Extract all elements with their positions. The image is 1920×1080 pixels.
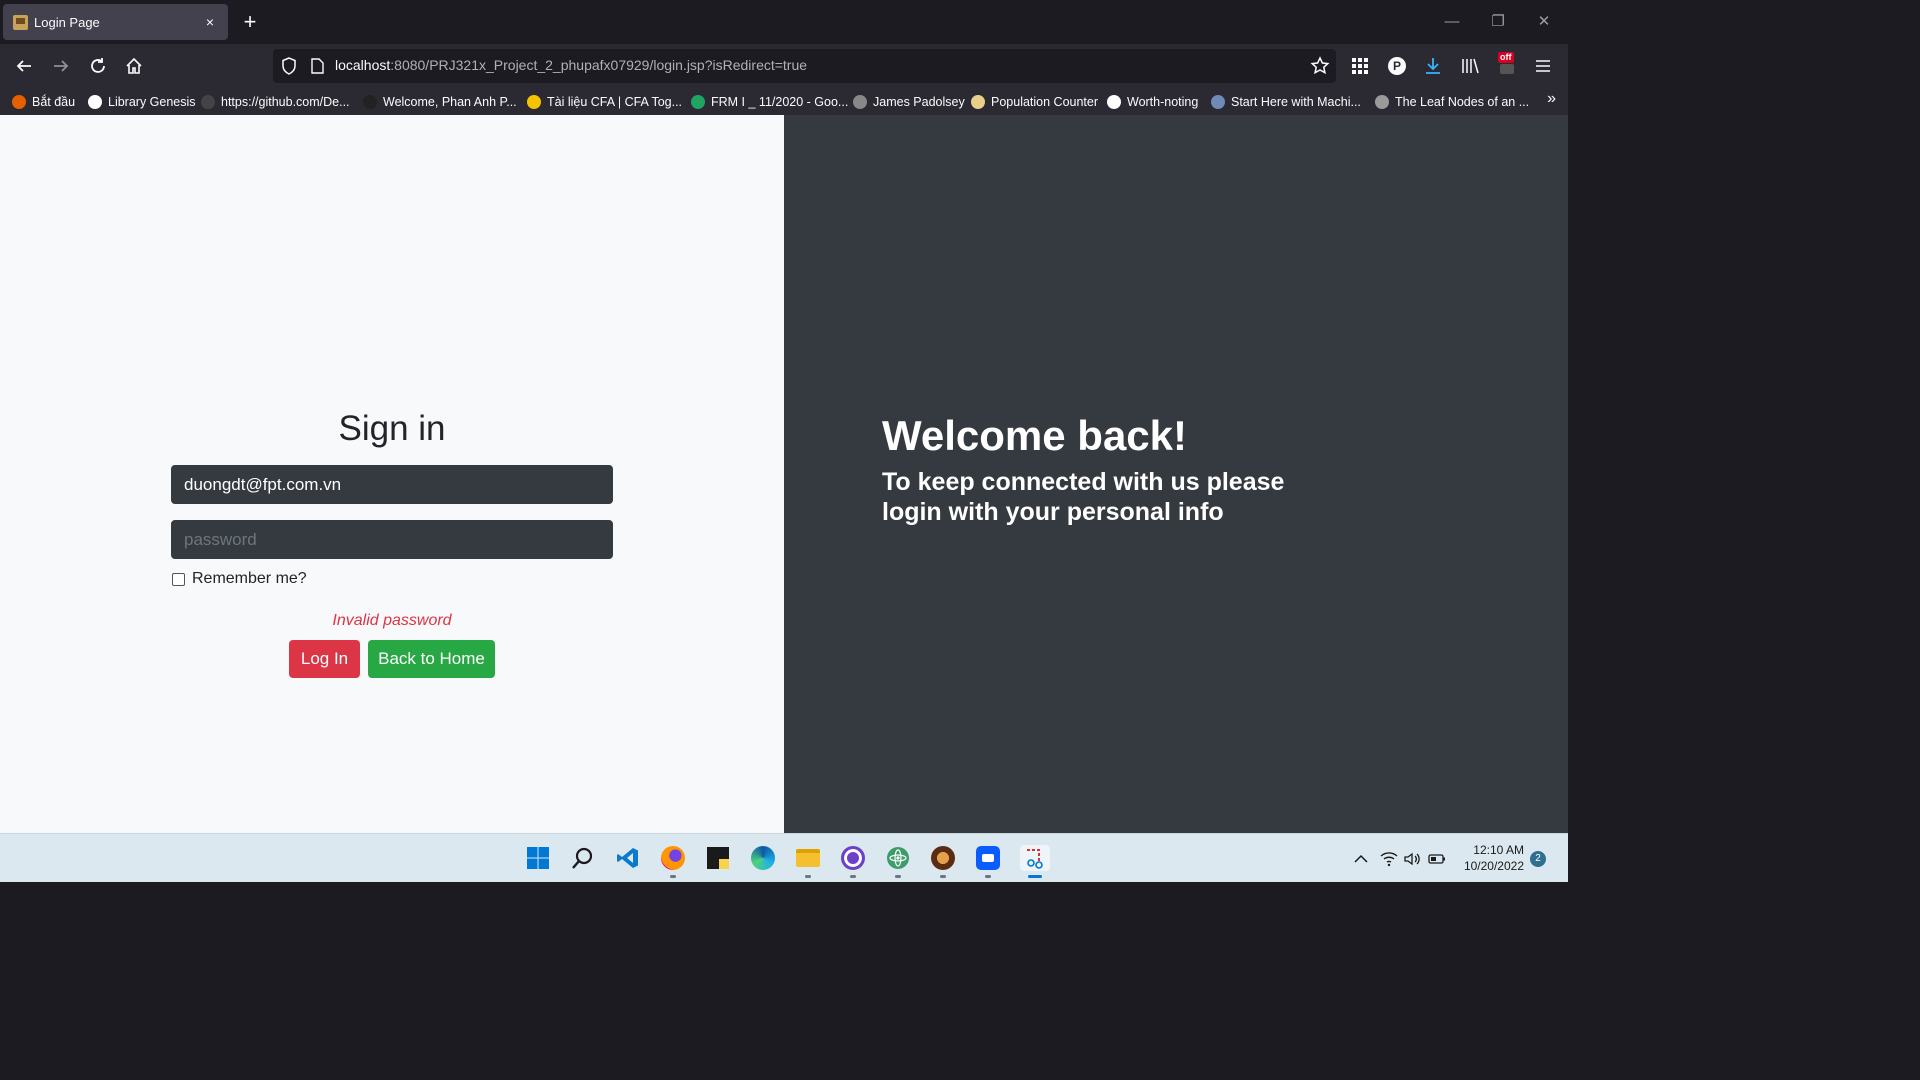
- bookmark-label: Library Genesis: [108, 95, 196, 109]
- remember-me-row[interactable]: Remember me?: [172, 570, 307, 588]
- bookmark-favicon-icon: [527, 95, 541, 109]
- bookmark-star-icon[interactable]: [1310, 56, 1330, 81]
- bookmark-favicon-icon: [88, 95, 102, 109]
- bookmark-favicon-icon: [12, 95, 26, 109]
- bookmarks-overflow-icon[interactable]: »: [1547, 90, 1556, 108]
- back-to-home-button[interactable]: Back to Home: [368, 640, 495, 678]
- page-content: Sign in Remember me? Invalid password Lo…: [0, 115, 1568, 833]
- wifi-icon[interactable]: [1380, 850, 1398, 868]
- login-button[interactable]: Log In: [289, 640, 360, 678]
- bookmark-item[interactable]: https://github.com/De...: [201, 92, 350, 112]
- edge-icon[interactable]: [750, 845, 776, 871]
- bookmark-favicon-icon: [363, 95, 377, 109]
- app-badge-icon[interactable]: [930, 845, 956, 878]
- address-bar[interactable]: localhost:8080/PRJ321x_Project_2_phupafx…: [273, 49, 1336, 83]
- page-icon[interactable]: [311, 58, 324, 79]
- zoom-icon[interactable]: [975, 845, 1001, 878]
- sticky-notes-icon[interactable]: [705, 845, 731, 871]
- navigation-toolbar: localhost:8080/PRJ321x_Project_2_phupafx…: [0, 44, 1568, 88]
- apps-grid-icon[interactable]: [1346, 52, 1374, 80]
- bookmark-item[interactable]: Worth-noting: [1107, 92, 1198, 112]
- system-clock[interactable]: 12:10 AM 10/20/2022: [1464, 842, 1524, 874]
- email-field[interactable]: [171, 465, 613, 504]
- bookmark-item[interactable]: Tài liệu CFA | CFA Tog...: [527, 92, 682, 112]
- taskbar: 12:10 AM 10/20/2022 2: [0, 833, 1568, 882]
- start-icon[interactable]: [525, 845, 551, 871]
- tab-strip: Login Page × + — ❐ ✕: [0, 0, 1568, 44]
- url-text[interactable]: localhost:8080/PRJ321x_Project_2_phupafx…: [335, 57, 807, 73]
- github-desktop-icon[interactable]: [840, 845, 866, 878]
- downloads-icon[interactable]: [1419, 52, 1447, 80]
- minimize-icon[interactable]: —: [1432, 8, 1472, 36]
- page-favicon-icon: [13, 14, 28, 30]
- account-icon[interactable]: P: [1383, 52, 1411, 80]
- bookmark-favicon-icon: [1375, 95, 1389, 109]
- firefox-icon[interactable]: [660, 845, 686, 878]
- bookmark-label: Start Here with Machi...: [1231, 95, 1361, 109]
- tab-close-icon[interactable]: ×: [202, 14, 218, 30]
- bookmark-label: The Leaf Nodes of an ...: [1395, 95, 1530, 109]
- bookmark-favicon-icon: [1107, 95, 1121, 109]
- bookmark-label: Bắt đầu: [32, 95, 76, 109]
- remember-me-label: Remember me?: [192, 570, 307, 587]
- window-close-icon[interactable]: ✕: [1524, 8, 1564, 36]
- clock-time: 12:10 AM: [1473, 843, 1524, 857]
- bookmark-favicon-icon: [971, 95, 985, 109]
- bookmark-item[interactable]: James Padolsey: [853, 92, 965, 112]
- bookmark-favicon-icon: [691, 95, 705, 109]
- bookmark-item[interactable]: Bắt đầu: [12, 92, 75, 112]
- bookmark-label: Worth-noting: [1127, 95, 1199, 109]
- bookmark-favicon-icon: [1211, 95, 1225, 109]
- tab-login-page[interactable]: Login Page ×: [3, 4, 228, 40]
- extension-icon[interactable]: off: [1494, 52, 1522, 80]
- bookmark-label: Population Counter: [991, 95, 1099, 109]
- bookmark-item[interactable]: Population Counter: [971, 92, 1098, 112]
- welcome-panel: Welcome back! To keep connected with us …: [784, 115, 1568, 833]
- battery-icon[interactable]: [1428, 850, 1446, 868]
- bookmark-item[interactable]: Welcome, Phan Anh P...: [363, 92, 517, 112]
- clock-date: 10/20/2022: [1463, 859, 1524, 873]
- bookmark-label: Tài liệu CFA | CFA Tog...: [547, 95, 683, 109]
- vscode-icon[interactable]: [615, 845, 641, 871]
- menu-icon[interactable]: [1529, 52, 1557, 80]
- bookmark-item[interactable]: FRM I _ 11/2020 - Goo...: [691, 92, 848, 112]
- restore-icon[interactable]: ❐: [1478, 8, 1518, 36]
- shield-icon[interactable]: [281, 57, 297, 80]
- login-panel: Sign in Remember me? Invalid password Lo…: [0, 115, 784, 833]
- forward-icon[interactable]: [47, 52, 75, 80]
- bookmark-favicon-icon: [853, 95, 867, 109]
- tray-overflow-icon[interactable]: [1352, 850, 1370, 868]
- welcome-subtitle: To keep connected with us please login w…: [882, 468, 1285, 526]
- atom-icon[interactable]: [885, 845, 911, 878]
- page-title: Sign in: [338, 409, 446, 448]
- bookmark-item[interactable]: Library Genesis: [88, 92, 196, 112]
- reload-icon[interactable]: [84, 52, 112, 80]
- extension-badge: off: [1498, 52, 1514, 63]
- library-icon[interactable]: [1456, 52, 1484, 80]
- bookmark-item[interactable]: Start Here with Machi...: [1211, 92, 1361, 112]
- home-icon[interactable]: [120, 52, 148, 80]
- volume-icon[interactable]: [1403, 850, 1421, 868]
- bookmark-label: James Padolsey: [873, 95, 965, 109]
- notification-badge[interactable]: 2: [1530, 851, 1546, 867]
- bookmarks-toolbar: » Bắt đầu Library Genesis https://github.c…: [0, 88, 1568, 115]
- url-host: localhost: [335, 57, 391, 73]
- bookmark-label: Welcome, Phan Anh P...: [383, 95, 517, 109]
- url-path: :8080/PRJ321x_Project_2_phupafx07929/log…: [390, 57, 808, 73]
- password-field[interactable]: [171, 520, 613, 559]
- bookmark-label: https://github.com/De...: [221, 95, 350, 109]
- bookmark-favicon-icon: [201, 95, 215, 109]
- account-letter: P: [1388, 57, 1406, 75]
- bookmark-label: FRM I _ 11/2020 - Goo...: [711, 95, 849, 109]
- tab-title: Login Page: [34, 14, 100, 30]
- error-message: Invalid password: [332, 612, 452, 629]
- back-icon[interactable]: [10, 52, 38, 80]
- file-explorer-icon[interactable]: [795, 845, 821, 878]
- remember-me-checkbox[interactable]: [172, 572, 185, 586]
- new-tab-button[interactable]: +: [238, 9, 262, 35]
- snipping-tool-icon[interactable]: [1020, 845, 1050, 878]
- bookmark-item[interactable]: The Leaf Nodes of an ...: [1375, 92, 1529, 112]
- welcome-title: Welcome back!: [882, 412, 1188, 459]
- search-icon[interactable]: [570, 845, 596, 871]
